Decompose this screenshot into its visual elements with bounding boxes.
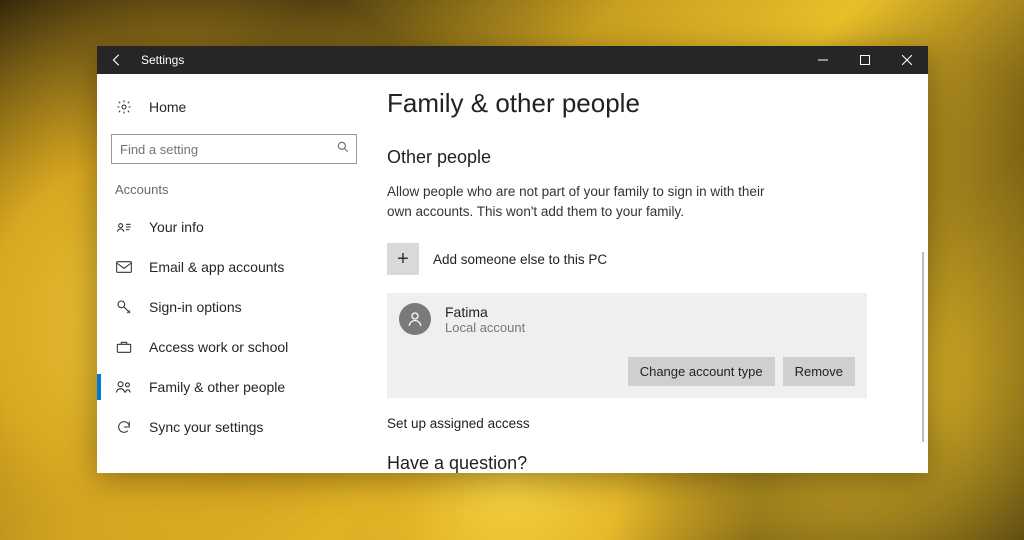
sidebar-item-email[interactable]: Email & app accounts [111, 247, 357, 287]
main-content: Family & other people Other people Allow… [377, 74, 928, 473]
key-icon [115, 299, 133, 315]
home-label: Home [149, 99, 186, 115]
window-controls [802, 55, 928, 65]
sidebar: Home Accounts Your info Email & app [97, 74, 377, 473]
home-link[interactable]: Home [111, 88, 357, 126]
search-icon [336, 140, 350, 159]
close-button[interactable] [886, 55, 928, 65]
minimize-icon [818, 55, 828, 65]
plus-icon: + [387, 243, 419, 275]
maximize-icon [860, 55, 870, 65]
section-label: Accounts [115, 182, 357, 197]
maximize-button[interactable] [844, 55, 886, 65]
question-heading: Have a question? [387, 453, 900, 473]
close-icon [902, 55, 912, 65]
sidebar-item-label: Access work or school [149, 339, 288, 355]
avatar [399, 303, 431, 335]
assigned-access-link[interactable]: Set up assigned access [387, 416, 900, 431]
user-card[interactable]: Fatima Local account Change account type… [387, 293, 867, 398]
minimize-button[interactable] [802, 55, 844, 65]
sync-icon [115, 419, 133, 435]
arrow-left-icon [110, 53, 124, 67]
sidebar-item-label: Family & other people [149, 379, 285, 395]
mail-icon [115, 261, 133, 273]
sidebar-item-signin[interactable]: Sign-in options [111, 287, 357, 327]
sidebar-item-sync[interactable]: Sync your settings [111, 407, 357, 447]
remove-button[interactable]: Remove [783, 357, 855, 386]
section-description: Allow people who are not part of your fa… [387, 182, 767, 221]
add-label: Add someone else to this PC [433, 252, 607, 267]
gear-icon [115, 99, 133, 115]
title-bar: Settings [97, 46, 928, 74]
change-account-type-button[interactable]: Change account type [628, 357, 775, 386]
back-button[interactable] [97, 46, 137, 74]
person-icon [406, 310, 424, 328]
user-header: Fatima Local account [399, 303, 855, 335]
sidebar-item-your-info[interactable]: Your info [111, 207, 357, 247]
user-type: Local account [445, 320, 525, 335]
search-box[interactable] [111, 134, 357, 164]
sidebar-item-family[interactable]: Family & other people [111, 367, 357, 407]
briefcase-icon [115, 340, 133, 354]
user-actions: Change account type Remove [399, 357, 855, 386]
sidebar-item-label: Sign-in options [149, 299, 242, 315]
sidebar-item-label: Email & app accounts [149, 259, 284, 275]
sidebar-item-label: Sync your settings [149, 419, 263, 435]
add-person-button[interactable]: + Add someone else to this PC [387, 243, 900, 275]
people-icon [115, 380, 133, 394]
section-heading: Other people [387, 147, 900, 168]
sidebar-item-label: Your info [149, 219, 204, 235]
settings-window: Settings Home [97, 46, 928, 473]
user-name: Fatima [445, 304, 525, 320]
window-title: Settings [137, 53, 184, 67]
person-card-icon [115, 220, 133, 234]
scrollbar[interactable] [922, 252, 924, 442]
search-input[interactable] [120, 142, 336, 157]
sidebar-item-work-school[interactable]: Access work or school [111, 327, 357, 367]
window-body: Home Accounts Your info Email & app [97, 74, 928, 473]
page-title: Family & other people [387, 88, 900, 119]
